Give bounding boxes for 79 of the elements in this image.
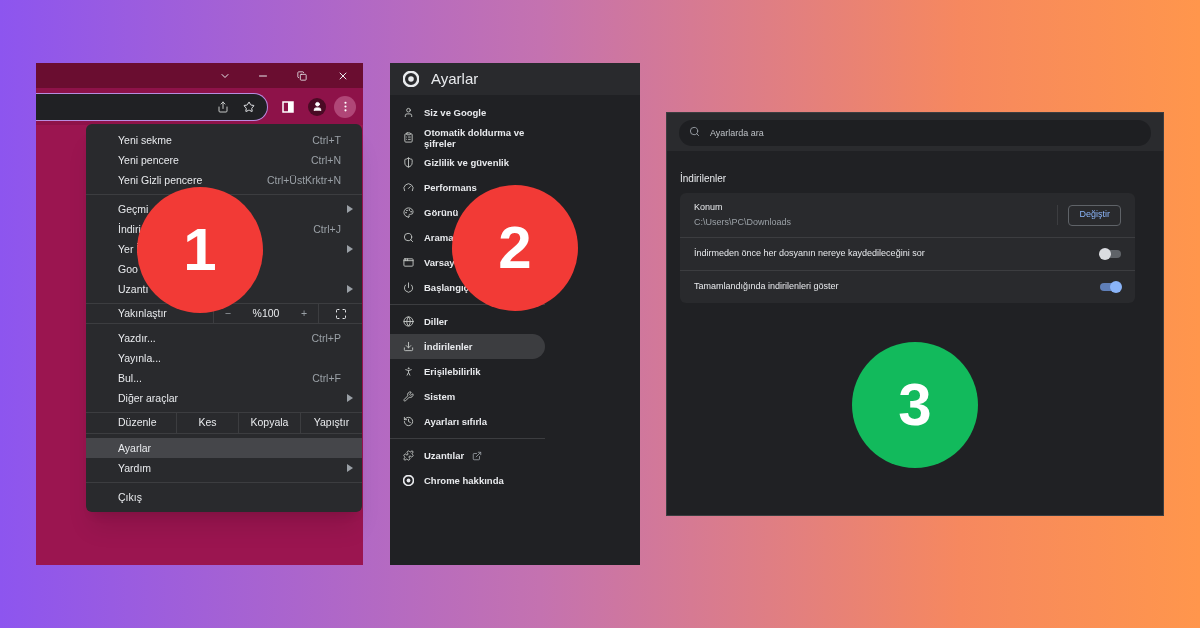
window-icon (403, 257, 414, 268)
step-badge: 3 (852, 342, 978, 468)
setting-label: Tamamlandığında indirilenleri göster (694, 280, 840, 294)
sidebar-item[interactable]: Uzantılar (424, 450, 465, 461)
menu-item[interactable]: Yayınla... (118, 352, 161, 364)
sidebar-item[interactable]: Performans (424, 182, 477, 193)
globe-icon (403, 316, 414, 327)
share-icon[interactable] (217, 100, 229, 113)
edit-action-button[interactable]: Yapıştır (300, 413, 362, 433)
wrench-icon (403, 391, 414, 402)
menu-item[interactable]: Ayarlar (86, 438, 362, 458)
sidebar-item[interactable]: Chrome hakkında (424, 475, 504, 486)
change-button[interactable]: Değiştir (1068, 204, 1121, 226)
puzzle-icon (403, 450, 414, 461)
browser-logo-icon (403, 475, 414, 486)
menu-item[interactable]: Yeni Gizli pencere (118, 174, 203, 186)
settings-title: Ayarlar (431, 68, 479, 89)
menu-label: Yakınlaştır (117, 305, 168, 321)
shortcut-label: Ctrl+F (312, 372, 341, 384)
edit-action-button[interactable]: Kes (176, 413, 238, 433)
sidebar-item[interactable]: Sistem (424, 391, 456, 402)
toggle-switch[interactable] (1100, 283, 1121, 291)
shortcut-label: Ctrl+P (311, 332, 341, 344)
browser-logo-icon (403, 71, 419, 87)
edit-action-button[interactable]: Kopyala (238, 413, 300, 433)
restore-icon[interactable] (297, 70, 307, 81)
clipboard-icon (403, 132, 414, 143)
menu-item[interactable]: Yardım (118, 462, 152, 474)
menu-item[interactable]: Çıkış (118, 491, 142, 503)
sidebar-item[interactable]: Başlangıç (424, 282, 469, 293)
toggle-switch[interactable] (1100, 250, 1121, 258)
folder-path: C:\Users\PC\Downloads (694, 216, 793, 229)
sidebar-item[interactable]: Görünü (424, 207, 459, 218)
shield-icon (403, 157, 414, 168)
zoom-value: %100 (252, 305, 280, 321)
sidebar-item[interactable]: Siz ve Google (424, 107, 487, 118)
sidebar-item[interactable]: Ayarları sıfırla (424, 416, 488, 427)
palette-icon (403, 207, 414, 218)
menu-item[interactable]: Bul... (118, 372, 142, 384)
menu-item[interactable]: Yeni sekme (118, 134, 172, 146)
sidebar-item[interactable]: Diller (424, 316, 448, 327)
menu-button[interactable] (334, 95, 356, 118)
menu-item[interactable]: Yeni pencere (118, 154, 179, 166)
menu-item[interactable]: İndiri (118, 223, 141, 235)
accessibility-icon (403, 366, 414, 377)
menu-item[interactable]: Uzantı (118, 283, 149, 295)
side-panel-icon[interactable] (282, 100, 294, 113)
gauge-icon (403, 182, 414, 193)
sidebar-item[interactable]: Arama (424, 232, 454, 243)
shortcut-label: Ctrl+ÜstKrktr+N (266, 174, 341, 186)
zoom-in-button[interactable]: + (301, 305, 308, 322)
address-bar[interactable] (36, 92, 268, 121)
history-icon (403, 416, 414, 427)
search-icon (403, 232, 414, 243)
sidebar-item[interactable]: Erişilebilirlik (424, 366, 481, 377)
person-icon (403, 107, 414, 118)
shortcut-label: Ctrl+N (310, 154, 341, 166)
bookmark-star-icon[interactable] (243, 100, 255, 113)
shortcut-label: Ctrl+J (313, 223, 341, 235)
menu-item[interactable]: Diğer araçlar (118, 392, 179, 404)
person-icon (311, 101, 323, 112)
fullscreen-icon[interactable] (334, 307, 347, 320)
sidebar-item[interactable]: Varsay (424, 257, 455, 268)
search-field[interactable]: Ayarlarda ara (679, 120, 1151, 146)
shortcut-label: Ctrl+T (312, 134, 341, 146)
setting-label: İndirmeden önce her dosyanın nereye kaydedileceğini sor (694, 247, 926, 261)
setting-label: Konum (694, 200, 724, 214)
sidebar-item[interactable]: Gizlilik ve güvenlik (424, 157, 509, 168)
menu-item[interactable]: Goo (118, 263, 138, 275)
sidebar-item[interactable]: İndirilenler (390, 334, 545, 359)
profile-avatar[interactable] (308, 97, 326, 116)
section-title: İndirilenler (680, 171, 728, 186)
download-icon (403, 341, 414, 352)
power-icon (403, 282, 414, 293)
menu-label: Düzenle (117, 415, 158, 431)
menu-item[interactable]: Geçmi (118, 203, 149, 215)
sidebar-item[interactable]: Otomatik doldurma ve şifreler (424, 126, 534, 149)
search-icon (689, 126, 700, 137)
menu-item[interactable]: Yazdır... (118, 332, 156, 344)
